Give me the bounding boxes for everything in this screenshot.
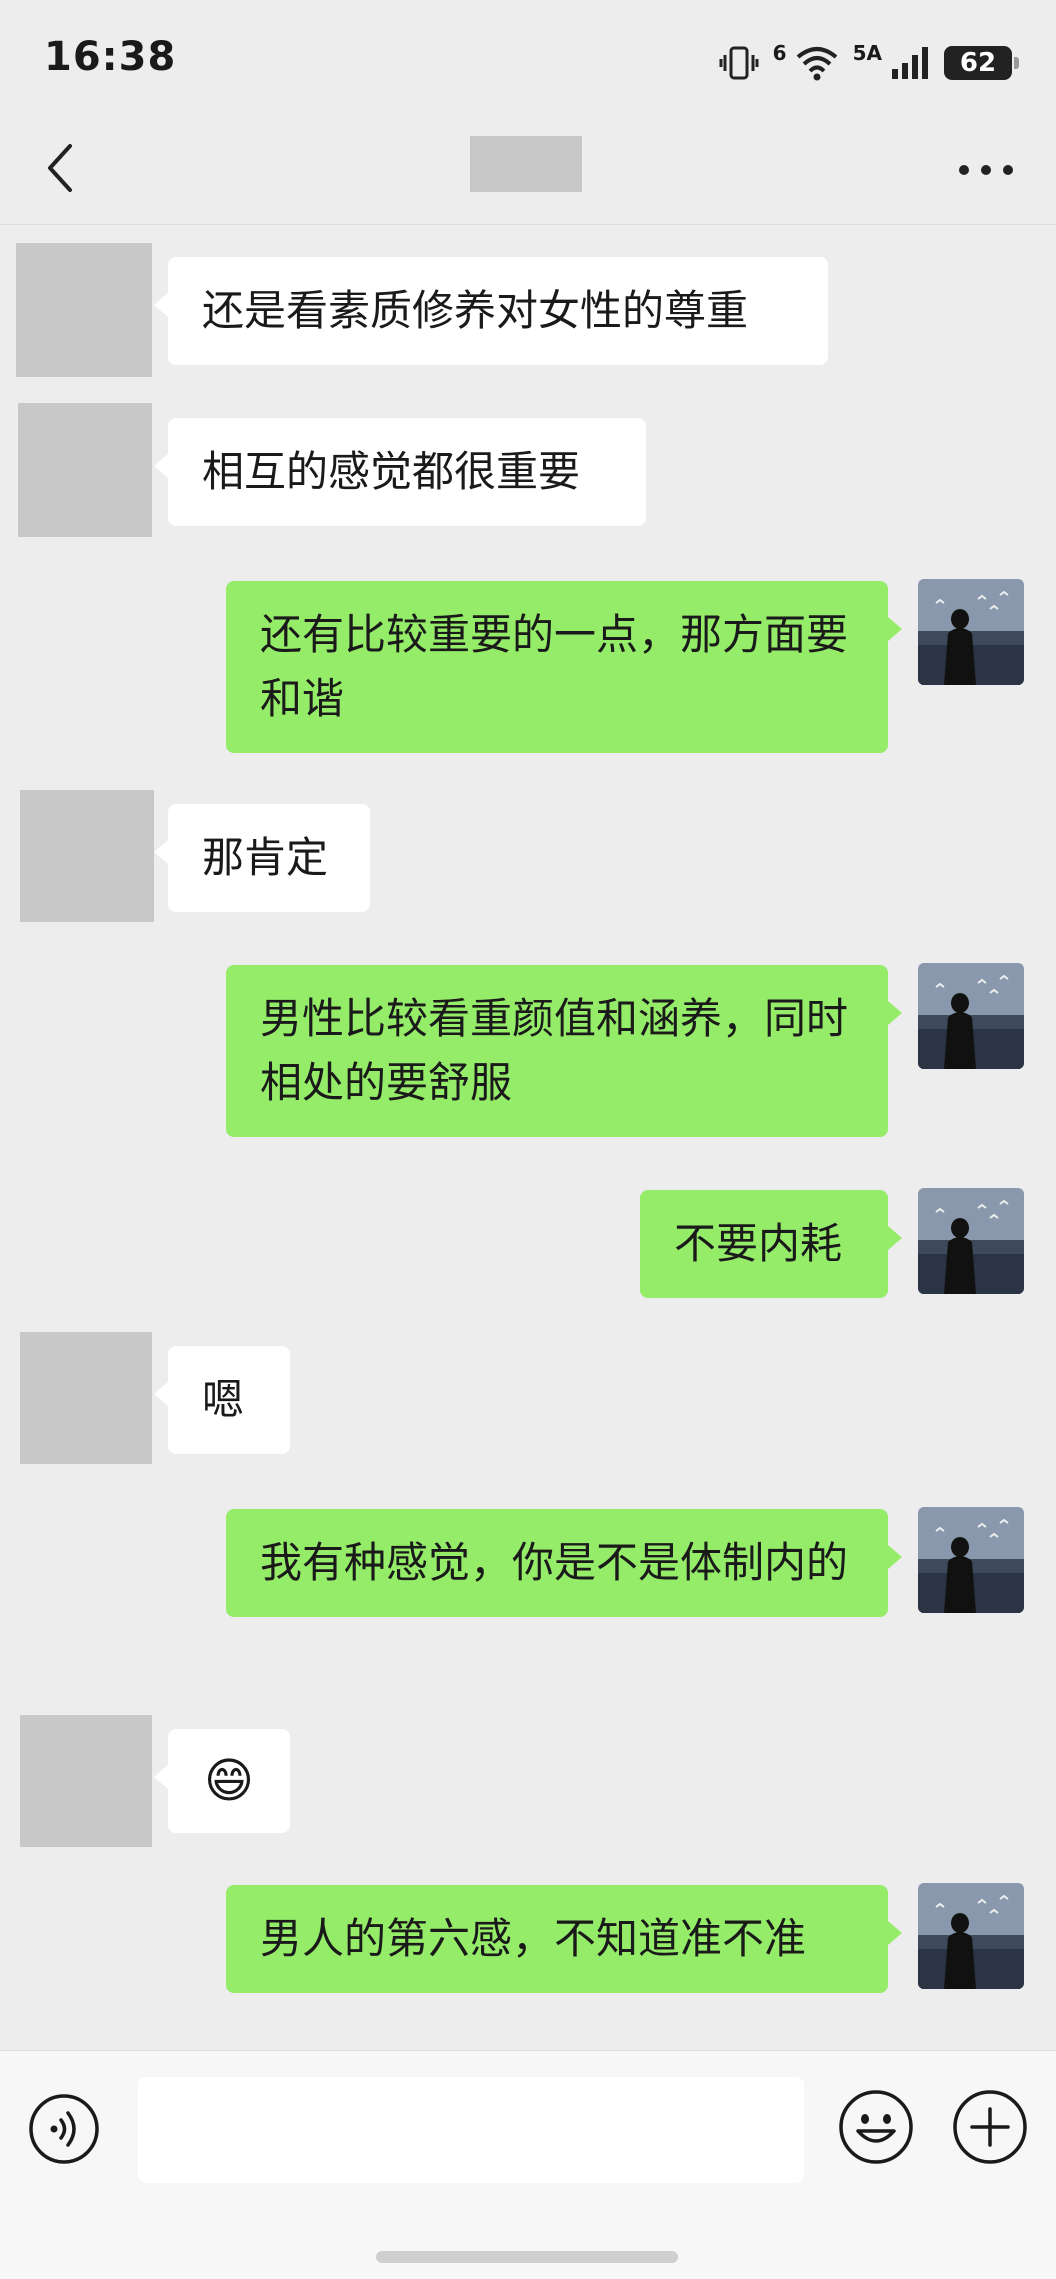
message-bubble[interactable]: 男人的第六感，不知道准不准 <box>226 1885 902 1993</box>
message-row: 不要内耗 <box>0 1188 1056 1308</box>
message-row: 男性比较看重颜值和涵养，同时相处的要舒服 <box>0 963 1056 1149</box>
message-bubble[interactable]: 还是看素质修养对女性的尊重 <box>154 257 828 365</box>
avatar-redacted[interactable] <box>20 790 154 922</box>
more-dots-icon[interactable] <box>956 150 1016 190</box>
message-row: 😄 <box>0 1715 1056 1851</box>
network-generation: 6 <box>772 41 787 65</box>
avatar-photo <box>918 1507 1024 1613</box>
input-bar <box>0 2050 1056 2279</box>
battery-level: 62 <box>959 48 997 78</box>
status-icons: 6 5A 62 <box>719 38 1019 88</box>
emoji-icon[interactable] <box>838 2089 914 2165</box>
message-bubble[interactable]: 男性比较看重颜值和涵养，同时相处的要舒服 <box>226 965 902 1137</box>
message-bubble[interactable]: 那肯定 <box>154 804 370 912</box>
avatar-photo <box>918 1883 1024 1989</box>
signal-label: 5A <box>852 41 882 65</box>
avatar-self[interactable] <box>918 1883 1024 1989</box>
message-row: 相互的感觉都很重要 <box>0 403 1056 539</box>
message-bubble[interactable]: 不要内耗 <box>640 1190 902 1298</box>
wifi-icon <box>796 47 837 81</box>
vibrate-icon <box>719 46 759 80</box>
message-row: 我有种感觉，你是不是体制内的 <box>0 1507 1056 1693</box>
contact-name-redacted <box>470 136 582 192</box>
message-input[interactable] <box>138 2077 804 2183</box>
message-bubble[interactable]: 我有种感觉，你是不是体制内的 <box>226 1509 902 1617</box>
voice-icon[interactable] <box>28 2093 100 2165</box>
message-row: 嗯 <box>0 1332 1056 1468</box>
message-row: 还是看素质修养对女性的尊重 <box>0 243 1056 379</box>
home-indicator[interactable] <box>376 2251 678 2263</box>
message-bubble[interactable]: 相互的感觉都很重要 <box>154 418 646 526</box>
avatar-self[interactable] <box>918 579 1024 685</box>
chat-header <box>0 120 1056 225</box>
message-list[interactable]: 还是看素质修养对女性的尊重 相互的感觉都很重要 还有比较重要的一点，那方面要和谐… <box>0 225 1056 2050</box>
chevron-left-icon[interactable] <box>40 138 80 198</box>
avatar-photo <box>918 963 1024 1069</box>
avatar-redacted[interactable] <box>18 403 152 537</box>
avatar-photo <box>918 1188 1024 1294</box>
clock: 16:38 <box>44 34 177 80</box>
avatar-redacted[interactable] <box>20 1332 152 1464</box>
message-row: 还有比较重要的一点，那方面要和谐 <box>0 579 1056 765</box>
avatar-redacted[interactable] <box>16 243 152 377</box>
avatar-photo <box>918 579 1024 685</box>
signal-bars-icon <box>892 47 928 79</box>
message-row: 男人的第六感，不知道准不准 <box>0 1883 1056 2003</box>
status-bar: 16:38 6 5A 62 <box>0 0 1056 120</box>
plus-icon[interactable] <box>952 2089 1028 2165</box>
battery-icon: 62 <box>944 46 1019 80</box>
message-bubble[interactable]: 还有比较重要的一点，那方面要和谐 <box>226 581 902 753</box>
avatar-self[interactable] <box>918 1507 1024 1613</box>
avatar-self[interactable] <box>918 1188 1024 1294</box>
avatar-redacted[interactable] <box>20 1715 152 1847</box>
message-row: 那肯定 <box>0 790 1056 926</box>
message-bubble[interactable]: 嗯 <box>154 1346 290 1454</box>
message-bubble[interactable]: 😄 <box>154 1729 290 1833</box>
avatar-self[interactable] <box>918 963 1024 1069</box>
